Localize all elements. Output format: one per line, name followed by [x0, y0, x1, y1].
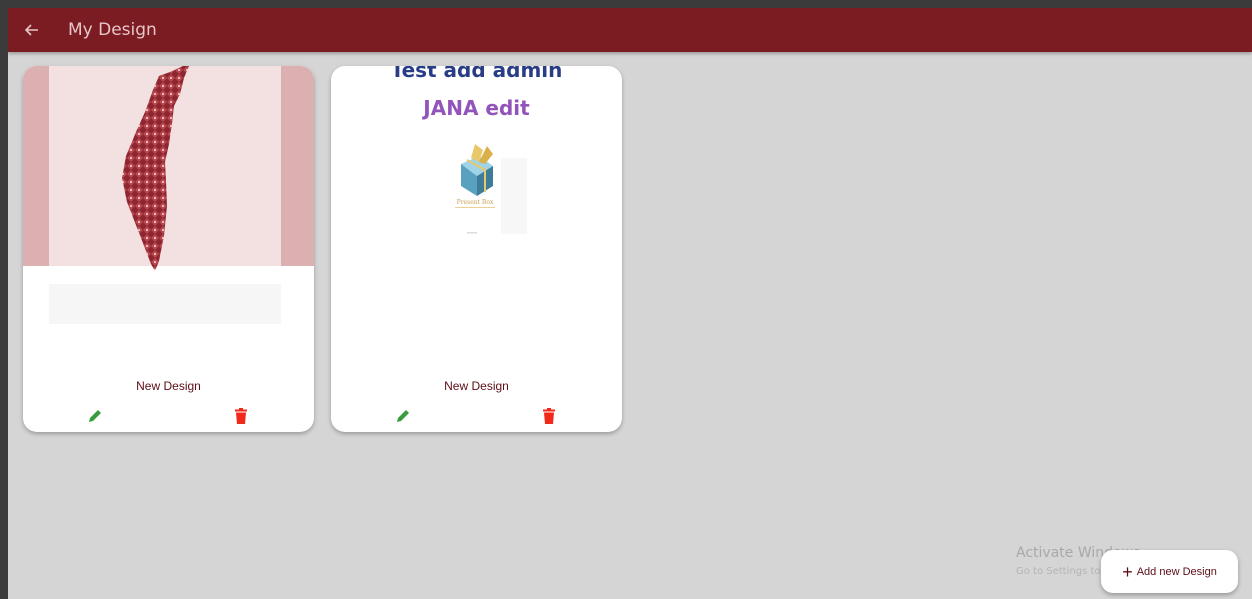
plus-icon: +: [1122, 561, 1133, 582]
present-box-logo: Present Box: [441, 136, 531, 246]
trash-icon: [543, 408, 555, 424]
design-name: New Design: [136, 379, 201, 393]
app-window: My Design New Design Test add admin JANA…: [8, 8, 1252, 599]
delete-button[interactable]: [230, 405, 252, 427]
back-button[interactable]: [16, 14, 48, 46]
add-new-design-label: Add new Design: [1136, 565, 1217, 578]
edit-button[interactable]: [84, 405, 106, 427]
design-card[interactable]: New Design: [23, 66, 314, 432]
design-preview[interactable]: Test add admin JANA edit Present Box: [331, 66, 622, 366]
logo-caption: Present Box: [457, 199, 494, 206]
trash-icon: [235, 408, 247, 424]
design-name: New Design: [444, 379, 509, 393]
app-bar: My Design: [8, 8, 1252, 52]
pencil-icon: [397, 410, 409, 422]
add-new-design-button[interactable]: + Add new Design: [1101, 550, 1238, 593]
pencil-icon: [89, 410, 101, 422]
page-title: My Design: [68, 20, 157, 40]
design-preview-image[interactable]: [23, 66, 314, 366]
arrow-left-icon: [24, 24, 38, 36]
edit-button[interactable]: [392, 405, 414, 427]
preview-subheading: JANA edit: [423, 96, 530, 120]
delete-button[interactable]: [538, 405, 560, 427]
preview-heading: Test add admin: [390, 66, 563, 82]
design-card[interactable]: Test add admin JANA edit Present Box New…: [331, 66, 622, 432]
